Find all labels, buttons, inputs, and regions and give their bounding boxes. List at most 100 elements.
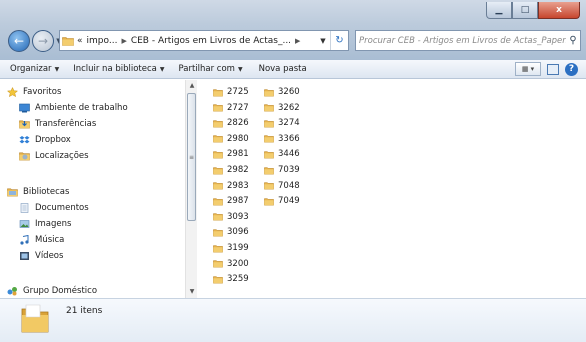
folder-name: 7048	[278, 180, 300, 191]
include-in-library-menu[interactable]: Incluir na biblioteca ▼	[73, 64, 164, 74]
sidebar-item-favorites[interactable]: Favoritos	[7, 84, 61, 99]
dropbox-icon	[19, 135, 30, 143]
folder-large-icon	[21, 304, 49, 333]
sidebar-item-videos[interactable]: Vídeos	[19, 248, 63, 263]
folder-item[interactable]: 2982	[213, 163, 249, 177]
folder-item[interactable]: 3260	[264, 85, 300, 99]
help-icon[interactable]: ?	[565, 62, 578, 76]
forward-button[interactable]: →	[32, 30, 54, 52]
scroll-grip-icon: ≡	[189, 154, 195, 161]
pictures-icon	[19, 219, 30, 228]
folder-item[interactable]: 2727	[213, 101, 249, 115]
sidebar-item-homegroup[interactable]: Grupo Doméstico	[7, 283, 97, 298]
close-button[interactable]: x	[538, 2, 580, 19]
address-overflow[interactable]: «	[77, 36, 83, 46]
videos-icon	[20, 251, 29, 260]
folder-item[interactable]: 2981	[213, 147, 249, 161]
sidebar-item-documents[interactable]: Documentos	[19, 200, 89, 215]
folder-icon	[264, 150, 274, 159]
back-button[interactable]: ←	[8, 30, 30, 52]
folder-item[interactable]: 2980	[213, 132, 249, 146]
folder-icon	[213, 212, 223, 221]
sidebar-item-downloads[interactable]: Transferências	[19, 116, 96, 131]
folder-item[interactable]: 2987	[213, 194, 249, 208]
address-dropdown-icon[interactable]: ▼	[316, 37, 330, 45]
folder-icon	[264, 134, 274, 143]
folder-icon	[264, 181, 274, 190]
folder-item[interactable]: 3200	[213, 257, 249, 271]
sidebar-item-libraries[interactable]: Bibliotecas	[7, 184, 69, 199]
folder-name: 2982	[227, 165, 249, 175]
sidebar-item-label: Documentos	[35, 202, 89, 213]
folder-name: 3199	[227, 243, 249, 253]
folder-name: 2983	[227, 180, 249, 191]
sidebar-item-label: Ambiente de trabalho	[35, 102, 128, 113]
file-list: 2725 2727 2826 2980 2981 2982 2983 2987 3093 3096…	[198, 80, 586, 298]
folder-name: 3260	[278, 87, 300, 97]
sidebar-item-places[interactable]: Localizações	[19, 148, 89, 163]
sidebar-item-label: Dropbox	[35, 134, 71, 145]
change-view-button[interactable]: ▦ ▾	[515, 62, 541, 76]
folder-item[interactable]: 3199	[213, 241, 249, 255]
address-actions: ▼ ↻	[316, 31, 348, 50]
folder-item[interactable]: 2826	[213, 116, 249, 130]
folder-icon	[213, 181, 223, 190]
folder-name: 2987	[227, 196, 249, 207]
folder-icon	[213, 244, 223, 253]
new-folder-button[interactable]: Nova pasta	[259, 64, 307, 74]
navigation-pane: Favoritos Ambiente de trabalho Transferê…	[0, 80, 185, 298]
folder-item[interactable]: 3093	[213, 210, 249, 224]
breadcrumb-segment[interactable]: CEB - Artigos em Livros de Actas_...	[131, 36, 291, 46]
folder-name: 3200	[227, 258, 249, 269]
new-folder-label: Nova pasta	[258, 64, 307, 74]
folder-item[interactable]: 3366	[264, 132, 300, 146]
folder-item[interactable]: 7048	[264, 179, 300, 193]
breadcrumb-arrow-icon[interactable]: ▶	[121, 37, 126, 45]
folder-item[interactable]: 3274	[264, 116, 300, 130]
search-input[interactable]: Procurar CEB - Artigos em Livros de Acta…	[359, 36, 566, 46]
address-bar[interactable]: « impo... ▶ CEB - Artigos em Livros de A…	[59, 30, 349, 51]
maximize-icon: □	[520, 5, 530, 15]
sidebar-item-music[interactable]: Música	[19, 232, 64, 247]
folder-item[interactable]: 7039	[264, 163, 300, 177]
refresh-icon[interactable]: ↻	[330, 31, 348, 50]
organize-menu[interactable]: Organizar ▼	[10, 64, 59, 74]
preview-pane-button[interactable]	[547, 63, 559, 75]
maximize-button[interactable]: □	[512, 2, 538, 19]
view-controls: ▦ ▾ ?	[515, 62, 578, 76]
folder-item[interactable]: 3262	[264, 101, 300, 115]
recent-places-icon	[19, 151, 30, 161]
folder-name: 3093	[227, 211, 249, 222]
breadcrumb-arrow-icon[interactable]: ▶	[295, 37, 300, 45]
folder-item[interactable]: 2983	[213, 179, 249, 193]
folder-name: 2727	[227, 102, 249, 113]
downloads-folder-icon	[19, 119, 30, 129]
folder-item[interactable]: 3259	[213, 272, 249, 286]
command-bar: Organizar ▼ Incluir na biblioteca ▼ Partil…	[0, 60, 586, 79]
scroll-up-icon[interactable]: ▲	[186, 80, 198, 92]
folder-item[interactable]: 3446	[264, 147, 300, 161]
search-icon[interactable]: ⚲	[566, 35, 580, 46]
sidebar-item-desktop[interactable]: Ambiente de trabalho	[19, 100, 128, 115]
minimize-button[interactable]: ▁	[486, 2, 512, 19]
navigation-scrollbar[interactable]: ▲ ≡ ▼	[185, 80, 197, 298]
share-with-menu[interactable]: Partilhar com ▼	[179, 64, 243, 74]
sidebar-item-label: Vídeos	[35, 250, 64, 261]
homegroup-icon	[7, 286, 17, 295]
folder-item[interactable]: 2725	[213, 85, 249, 99]
folder-icon	[264, 88, 274, 97]
folder-item[interactable]: 7049	[264, 194, 300, 208]
scroll-down-icon[interactable]: ▼	[186, 286, 198, 298]
sidebar-item-dropbox[interactable]: Dropbox	[19, 132, 71, 147]
sidebar-item-pictures[interactable]: Imagens	[19, 216, 71, 231]
search-box[interactable]: Procurar CEB - Artigos em Livros de Acta…	[355, 30, 581, 51]
folder-icon	[264, 166, 274, 175]
folder-icon	[213, 119, 223, 128]
window-controls: ▁ □ x	[486, 2, 580, 19]
sidebar-item-label: Imagens	[35, 218, 72, 229]
breadcrumb-segment[interactable]: impo...	[87, 36, 118, 46]
folder-icon	[213, 88, 223, 97]
folder-item[interactable]: 3096	[213, 225, 249, 239]
folder-name: 3446	[278, 149, 300, 160]
folder-icon	[213, 228, 223, 237]
